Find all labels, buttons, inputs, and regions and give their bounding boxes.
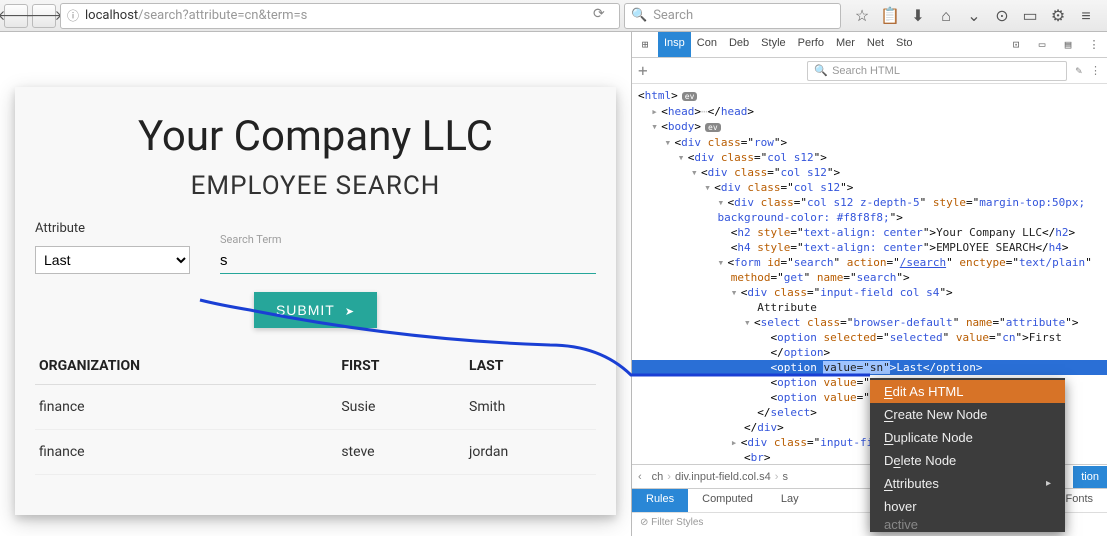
search-html-input[interactable]: 🔍 Search HTML	[807, 61, 1067, 81]
add-node-icon[interactable]: +	[638, 61, 648, 80]
download-icon[interactable]: ⬇	[909, 7, 927, 25]
hamburger-icon[interactable]: ≡	[1077, 7, 1095, 25]
col-first: FIRST	[337, 348, 465, 385]
reload-icon[interactable]: ⟳	[593, 6, 613, 26]
attribute-select[interactable]: Last	[35, 246, 190, 274]
submit-button[interactable]: SUBMIT	[254, 292, 377, 328]
star-icon[interactable]: ☆	[853, 7, 871, 25]
search-icon: 🔍	[814, 64, 828, 77]
dock-icon[interactable]: ▭	[1029, 32, 1055, 57]
library-icon[interactable]: 📋	[881, 7, 899, 25]
selected-dom-node[interactable]: <option value="sn">Last</option>	[632, 360, 1107, 375]
pocket-icon[interactable]: ⌄	[965, 7, 983, 25]
layout-tab[interactable]: Lay	[767, 489, 813, 512]
tab-debugger[interactable]: Deb	[723, 32, 755, 57]
tab-memory[interactable]: Mer	[830, 32, 861, 57]
computed-tab[interactable]: Computed	[688, 489, 767, 512]
breadcrumb-selected[interactable]: tion	[1073, 466, 1107, 488]
col-last: LAST	[465, 348, 596, 385]
browser-search[interactable]: 🔍 Search	[624, 3, 841, 29]
url-text: localhost/search?attribute=cn&term=s	[85, 8, 587, 23]
rules-tab[interactable]: Rules	[632, 489, 688, 512]
toolbar-icons: ☆ 📋 ⬇ ⌂ ⌄ ⊙ ▭ ⚙ ≡	[845, 7, 1103, 25]
cm-duplicate-node[interactable]: Duplicate Node	[870, 426, 1065, 449]
attribute-label: Attribute	[35, 221, 190, 236]
tab-performance[interactable]: Perfo	[792, 32, 830, 57]
page-subtitle: EMPLOYEE SEARCH	[35, 171, 596, 201]
table-row: finance Susie Smith	[35, 385, 596, 430]
cm-edit-as-html[interactable]: Edit As HTML	[870, 380, 1065, 403]
search-icon: 🔍	[631, 8, 647, 23]
edit-icon[interactable]: ⋮	[1090, 64, 1101, 77]
settings-icon[interactable]: ▤	[1055, 32, 1081, 57]
col-org: ORGANIZATION	[35, 348, 337, 385]
page-title: Your Company LLC	[35, 112, 596, 161]
tab-network[interactable]: Net	[861, 32, 890, 57]
cm-attributes[interactable]: Attributes▸	[870, 472, 1065, 495]
devtools-subbar: + 🔍 Search HTML ✎ ⋮	[632, 58, 1107, 84]
search-placeholder: Search	[653, 8, 693, 23]
devtools-icon[interactable]: ⚙	[1049, 7, 1067, 25]
results-table: ORGANIZATION FIRST LAST finance Susie Sm…	[35, 348, 596, 475]
tab-storage[interactable]: Sto	[890, 32, 919, 57]
panel-icon[interactable]: ▭	[1021, 7, 1039, 25]
cm-active[interactable]: active	[870, 518, 1065, 530]
context-menu: Edit As HTML Create New Node Duplicate N…	[870, 378, 1065, 532]
url-bar[interactable]: ⓘ localhost/search?attribute=cn&term=s ⟳	[60, 3, 620, 29]
company-card: Your Company LLC EMPLOYEE SEARCH Attribu…	[15, 87, 616, 515]
close-devtools-icon[interactable]: ⋮	[1081, 32, 1107, 57]
info-icon: ⓘ	[67, 7, 79, 24]
sync-icon[interactable]: ⊙	[993, 7, 1011, 25]
breadcrumb-back-icon[interactable]: ‹	[632, 471, 648, 483]
inspect-element-icon[interactable]: ⊞	[632, 32, 658, 57]
tab-inspector[interactable]: Insp	[658, 32, 691, 57]
home-icon[interactable]: ⌂	[937, 7, 955, 25]
cm-delete-node[interactable]: Delete Node	[870, 449, 1065, 472]
tab-console[interactable]: Con	[691, 32, 723, 57]
devtools-tabs: ⊞ Insp Con Deb Style Perfo Mer Net Sto ⊡…	[632, 32, 1107, 58]
tab-style[interactable]: Style	[755, 32, 791, 57]
responsive-icon[interactable]: ⊡	[1003, 32, 1029, 57]
cm-create-new-node[interactable]: Create New Node	[870, 403, 1065, 426]
table-row: finance steve jordan	[35, 430, 596, 475]
page-content: Your Company LLC EMPLOYEE SEARCH Attribu…	[0, 32, 631, 536]
eyedropper-icon[interactable]: ✎	[1075, 64, 1082, 77]
forward-button[interactable]: 🡒	[32, 4, 56, 28]
cm-hover[interactable]: hover	[870, 495, 1065, 518]
search-term-input[interactable]	[220, 248, 596, 274]
search-term-label: Search Term	[220, 233, 596, 246]
browser-toolbar: 🡐 🡒 ⓘ localhost/search?attribute=cn&term…	[0, 0, 1107, 32]
